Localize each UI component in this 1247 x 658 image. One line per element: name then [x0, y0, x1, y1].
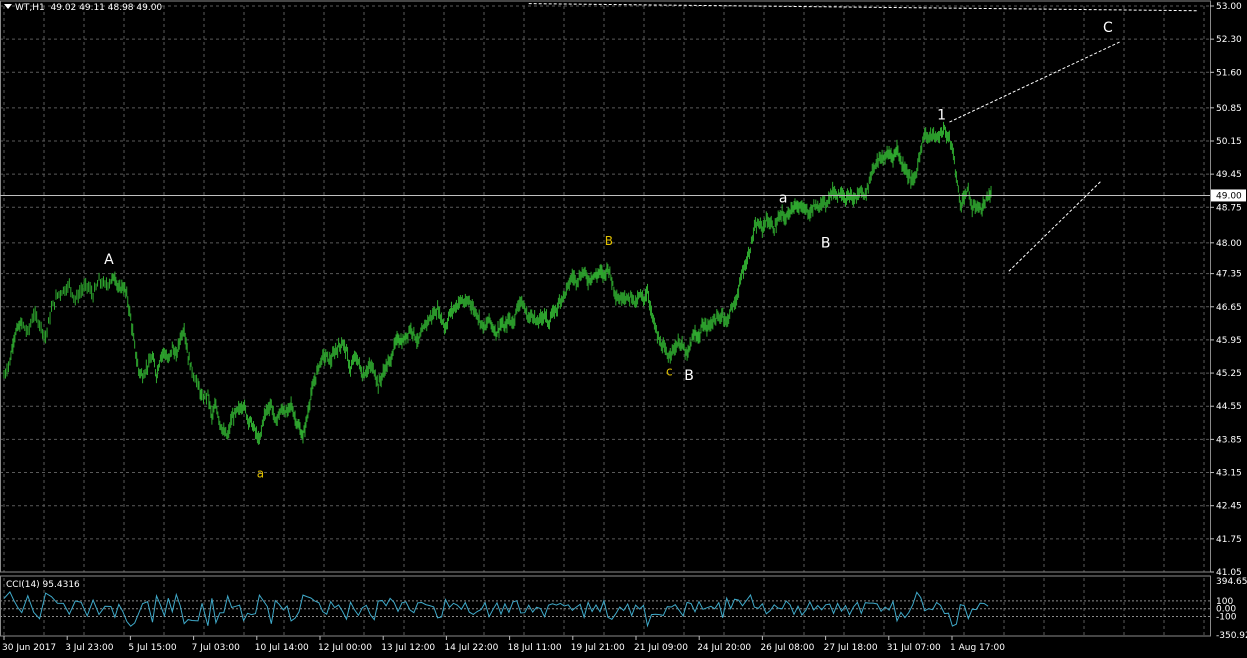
price-tick-label: 48.00 [1216, 239, 1242, 249]
time-tick-label: 3 Jul 23:00 [65, 643, 114, 653]
wave-label: C [1103, 20, 1113, 36]
time-tick-label: 14 Jul 22:00 [444, 643, 498, 653]
cci-tick-label: -350.925 [1216, 631, 1247, 641]
price-tick-label: 50.15 [1216, 137, 1242, 147]
trend-line[interactable] [1008, 180, 1102, 272]
cci-header: CCI(14) 95.4316 [6, 580, 80, 590]
grid [0, 0, 1211, 637]
price-axis[interactable]: 53.00 52.30 51.60 50.85 50.15 49.45 48.75 48.00… [1210, 2, 1246, 578]
cci-tick-label: -100 [1216, 612, 1237, 622]
wave-label: B [605, 234, 613, 248]
wave-label: A [104, 252, 114, 268]
trend-line[interactable] [949, 41, 1121, 123]
cci-tick-label: 394.6594 [1216, 577, 1247, 587]
price-tick-label: 45.95 [1216, 336, 1242, 346]
wave-labels: AaBc BaB1C [104, 20, 1113, 480]
price-tick-label: 42.45 [1216, 502, 1242, 512]
cci-axis: 394.65941000.00-100-350.925 [1216, 577, 1247, 641]
wave-label: B [684, 368, 694, 384]
price-tick-label: 44.55 [1216, 402, 1242, 412]
wave-label: c [666, 364, 673, 378]
time-tick-label: 21 Jul 09:00 [634, 643, 688, 653]
cci-indicator [0, 591, 1210, 628]
time-tick-label: 30 Jun 2017 [2, 643, 56, 653]
wave-label: 1 [937, 108, 946, 124]
time-tick-label: 5 Jul 15:00 [128, 643, 177, 653]
wave-label: a [779, 191, 788, 207]
time-tick-label: 19 Jul 21:00 [571, 643, 625, 653]
trend-lines[interactable] [528, 3, 1197, 272]
price-tick-label: 48.75 [1216, 203, 1242, 213]
symbol-period: WT,H1 [15, 3, 45, 13]
price-tick-label: 47.35 [1216, 270, 1242, 280]
price-series [3, 121, 992, 445]
price-tick-label: 52.30 [1216, 35, 1242, 45]
time-axis[interactable]: 30 Jun 2017 3 Jul 23:00 5 Jul 15:00 7 Jul 0… [2, 636, 1005, 653]
wave-label: a [257, 466, 264, 480]
main-frame [0, 0, 1211, 573]
price-tick-label: 50.85 [1216, 104, 1242, 114]
time-tick-label: 13 Jul 12:00 [381, 643, 435, 653]
price-tick-label: 45.25 [1216, 369, 1242, 379]
time-tick-label: 10 Jul 14:00 [255, 643, 309, 653]
wave-label: B [821, 236, 831, 252]
price-tick-label: 51.60 [1216, 68, 1242, 78]
time-tick-label: 24 Jul 20:00 [697, 643, 751, 653]
chart-header: WT,H1 49.02 49.11 48.98 49.00 [4, 3, 162, 13]
time-tick-label: 12 Jul 00:00 [318, 643, 372, 653]
ohlc-values: 49.02 49.11 48.98 49.00 [50, 3, 163, 13]
price-tick-label: 53.00 [1216, 2, 1242, 12]
time-tick-label: 26 Jul 08:00 [760, 643, 814, 653]
time-tick-label: 27 Jul 18:00 [824, 643, 878, 653]
dropdown-triangle-icon[interactable] [4, 4, 12, 9]
price-tick-label: 43.85 [1216, 435, 1242, 445]
time-tick-label: 7 Jul 03:00 [192, 643, 241, 653]
price-tick-label: 46.65 [1216, 303, 1242, 313]
trend-line[interactable] [528, 3, 1197, 12]
current-price-label: 49.00 [1216, 191, 1242, 201]
time-tick-label: 1 Aug 17:00 [950, 643, 1005, 653]
price-tick-label: 49.45 [1216, 170, 1242, 180]
time-tick-label: 18 Jul 11:00 [508, 643, 562, 653]
chart-canvas[interactable]: AaBc BaB1C 53.0052.3051.6050.8550.1549.45… [0, 0, 1247, 658]
time-tick-label: 31 Jul 07:00 [887, 643, 941, 653]
price-tick-label: 41.75 [1216, 535, 1242, 545]
price-tick-label: 43.15 [1216, 469, 1242, 479]
